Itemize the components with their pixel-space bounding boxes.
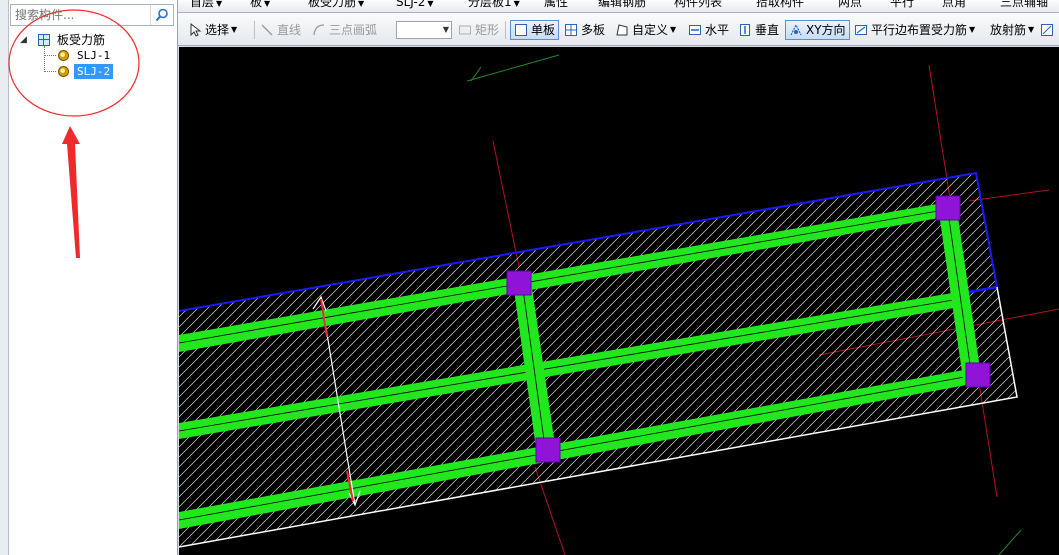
tree-root[interactable]: ◢ 板受力筋 bbox=[14, 32, 174, 48]
arc-mode-select[interactable]: ▼ bbox=[396, 21, 452, 39]
rebar-item-icon bbox=[58, 66, 69, 77]
single-slab-button[interactable]: 单板 bbox=[510, 20, 560, 40]
slab-rebar-drawing[interactable] bbox=[179, 47, 1059, 555]
multi-slab-label: 多板 bbox=[581, 23, 606, 37]
xy-direction-icon bbox=[789, 23, 803, 37]
component-tree: ◢ 板受力筋 SLJ-1 SLJ-2 bbox=[14, 32, 174, 80]
name-select[interactable]: SLJ-2 ▼ bbox=[396, 0, 434, 11]
search-icon bbox=[155, 8, 168, 22]
multi-slab-icon bbox=[564, 23, 578, 37]
point-angle-button[interactable]: 点角 bbox=[942, 0, 966, 11]
tree-root-label: 板受力筋 bbox=[57, 33, 106, 47]
properties-button[interactable]: 属性 bbox=[544, 0, 568, 11]
line-button[interactable]: 直线 bbox=[260, 20, 301, 40]
vertical-button[interactable]: 垂直 bbox=[738, 20, 779, 40]
tree-item-label: SLJ-2 bbox=[74, 64, 114, 79]
rebar-item-icon bbox=[58, 50, 69, 61]
line-label: 直线 bbox=[277, 23, 302, 37]
line-icon bbox=[260, 23, 274, 37]
arc-label: 三点画弧 bbox=[329, 23, 378, 37]
select-button[interactable]: 选择 ▼ bbox=[188, 20, 237, 40]
toolbar-separator bbox=[505, 21, 506, 39]
rect-label: 矩形 bbox=[475, 23, 500, 37]
xy-direction-label: XY方向 bbox=[806, 23, 846, 37]
component-list-button[interactable]: 构件列表 bbox=[674, 0, 722, 11]
arc-button[interactable]: 三点画弧 bbox=[312, 20, 377, 40]
radial-label: 放射筋 bbox=[990, 23, 1027, 37]
type-select[interactable]: 板受力筋 ▼ bbox=[308, 0, 364, 11]
draw-toolbar: 选择 ▼ 直线 三点画弧 ▼ 矩形 单板 多板 自定义 ▼ 水平 垂直 XY方向… bbox=[178, 13, 1059, 46]
select-cursor-icon bbox=[188, 22, 202, 37]
horizontal-icon bbox=[688, 23, 702, 37]
floor-select[interactable]: 首层 ▼ bbox=[190, 0, 222, 11]
xy-direction-button[interactable]: XY方向 bbox=[785, 20, 850, 40]
parallel-edge-icon bbox=[854, 23, 868, 37]
tree-item-slj-1[interactable]: SLJ-1 bbox=[14, 48, 174, 64]
arc-icon bbox=[312, 23, 326, 37]
two-points-button[interactable]: 两点 bbox=[838, 0, 862, 11]
select-label: 选择 bbox=[205, 23, 230, 37]
radial-icon bbox=[1040, 23, 1054, 37]
tree-item-label: SLJ-1 bbox=[77, 49, 111, 62]
single-slab-label: 单板 bbox=[531, 23, 556, 37]
drawing-canvas[interactable] bbox=[179, 47, 1059, 555]
search-button[interactable] bbox=[150, 5, 173, 25]
component-panel: ◢ 板受力筋 SLJ-1 SLJ-2 bbox=[0, 0, 178, 555]
panel-edge bbox=[0, 0, 9, 555]
category-select[interactable]: 板 ▼ bbox=[250, 0, 270, 11]
toolbar-separator bbox=[254, 21, 255, 39]
layer-select[interactable]: 分层板1 ▼ bbox=[468, 0, 520, 11]
parallel-edge-button[interactable]: 平行边布置受力筋 ▼ bbox=[854, 20, 975, 40]
search-input[interactable] bbox=[11, 5, 157, 25]
pick-component-button[interactable]: 拾取构件 bbox=[756, 0, 804, 11]
horizontal-label: 水平 bbox=[705, 23, 730, 37]
rect-icon bbox=[458, 23, 472, 37]
single-slab-icon bbox=[514, 23, 528, 37]
rect-button[interactable]: 矩形 bbox=[458, 20, 499, 40]
edit-rebar-button[interactable]: 编辑钢筋 bbox=[598, 0, 646, 11]
horizontal-button[interactable]: 水平 bbox=[688, 20, 729, 40]
three-point-aux-button[interactable]: 三点辅轴 bbox=[1000, 0, 1048, 11]
custom-label: 自定义 bbox=[632, 23, 669, 37]
parallel-button[interactable]: 平行 bbox=[890, 0, 914, 11]
parallel-edge-label: 平行边布置受力筋 bbox=[871, 23, 968, 37]
vertical-label: 垂直 bbox=[755, 23, 780, 37]
tree-item-slj-2[interactable]: SLJ-2 bbox=[14, 64, 174, 80]
custom-button[interactable]: 自定义 ▼ bbox=[615, 20, 676, 40]
multi-slab-button[interactable]: 多板 bbox=[564, 20, 605, 40]
component-toolbar: 首层 ▼ 板 ▼ 板受力筋 ▼ SLJ-2 ▼ 分层板1 ▼ 属性 编辑钢筋 构件列表 拾… bbox=[178, 0, 1059, 13]
search-box bbox=[10, 4, 174, 26]
tree-node-icon bbox=[38, 34, 50, 46]
radial-button[interactable]: 放射筋 ▼ bbox=[990, 20, 1057, 40]
vertical-icon bbox=[738, 23, 752, 37]
custom-icon bbox=[615, 23, 629, 37]
collapse-toggle-icon[interactable]: ◢ bbox=[20, 32, 27, 48]
